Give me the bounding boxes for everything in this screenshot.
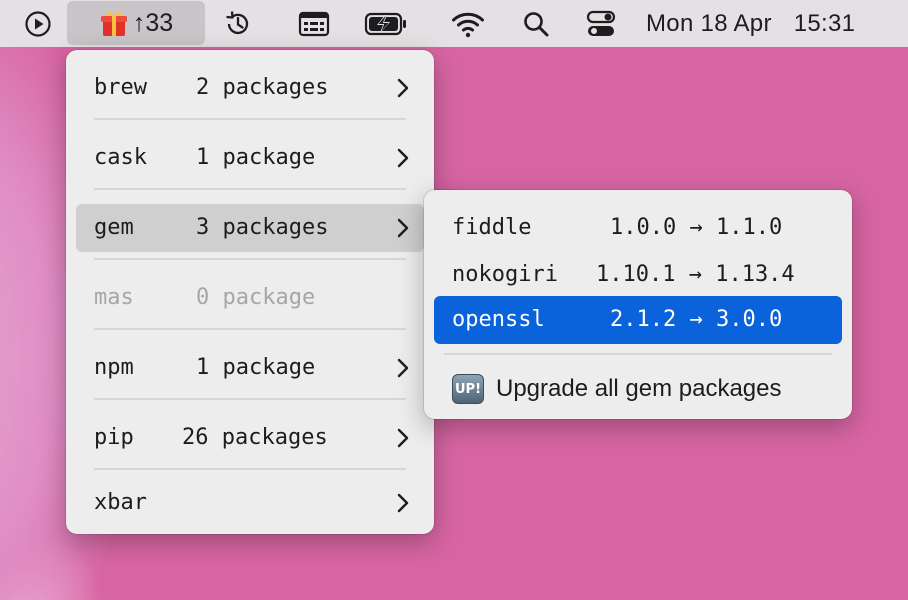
menu-separator: [94, 118, 406, 120]
chevron-right-icon: [397, 78, 409, 98]
keyboard-viewer-icon[interactable]: [294, 0, 334, 47]
update-count: ↑33: [132, 8, 174, 37]
time-machine-icon[interactable]: [220, 0, 256, 47]
chevron-right-icon: [397, 493, 409, 513]
upgrade-all-button[interactable]: UP! Upgrade all gem packages: [452, 370, 782, 408]
clock-date: Mon 18 Apr: [646, 9, 772, 37]
control-center-icon[interactable]: [582, 0, 620, 47]
menu-item-count: 1 package: [196, 355, 316, 380]
clock-time: 15:31: [793, 9, 856, 37]
menu-separator: [94, 188, 406, 190]
gem-submenu: fiddle 1.0.0 → 1.1.0 nokogiri 1.10.1 → 1…: [424, 190, 852, 419]
menu-item-name: gem: [94, 215, 134, 240]
menu-separator: [94, 468, 406, 470]
search-icon[interactable]: [518, 0, 554, 47]
battery-charging-icon[interactable]: [362, 0, 410, 47]
menu-item-name: mas: [94, 285, 134, 310]
upgrade-icon: UP!: [452, 374, 484, 404]
gift-icon: [99, 8, 129, 38]
package-updates-status-item[interactable]: ↑33: [67, 1, 205, 45]
upgrade-all-label: Upgrade all gem packages: [496, 375, 782, 402]
menu-item-name: brew: [94, 75, 147, 100]
menu-separator: [444, 353, 832, 355]
chevron-right-icon: [397, 358, 409, 378]
package-versions: 1.0.0 → 1.1.0: [610, 215, 783, 240]
menu-item-gem[interactable]: gem 3 packages: [76, 204, 424, 252]
menu-bar: ↑33 Mon 18 Apr 15:31: [0, 0, 908, 47]
chevron-right-icon: [397, 428, 409, 448]
menu-separator: [94, 328, 406, 330]
package-item-openssl[interactable]: openssl 2.1.2 → 3.0.0: [434, 296, 842, 344]
menu-item-pip[interactable]: pip 26 packages: [76, 414, 424, 462]
package-versions: 1.10.1 → 1.13.4: [596, 262, 795, 287]
package-manager-menu: brew 2 packages cask 1 package gem 3 pac…: [66, 50, 434, 534]
menu-item-count: 2 packages: [196, 75, 329, 100]
menu-item-cask[interactable]: cask 1 package: [76, 134, 424, 182]
play-circle-icon[interactable]: [20, 0, 56, 47]
menu-separator: [94, 258, 406, 260]
package-item-fiddle[interactable]: fiddle 1.0.0 → 1.1.0: [434, 204, 842, 252]
menu-item-count: 1 package: [196, 145, 316, 170]
menu-item-xbar[interactable]: xbar: [76, 479, 424, 527]
package-name: openssl: [452, 307, 545, 332]
package-name: nokogiri: [452, 262, 558, 287]
menu-item-count: 26 packages: [182, 425, 328, 450]
package-item-nokogiri[interactable]: nokogiri 1.10.1 → 1.13.4: [434, 251, 842, 299]
chevron-right-icon: [397, 148, 409, 168]
menu-item-mas: mas 0 package: [76, 274, 424, 322]
menu-item-npm[interactable]: npm 1 package: [76, 344, 424, 392]
menu-item-name: cask: [94, 145, 147, 170]
menu-item-name: npm: [94, 355, 134, 380]
package-name: fiddle: [452, 215, 532, 240]
menu-item-name: pip: [94, 425, 134, 450]
menu-item-count: 0 package: [196, 285, 316, 310]
menu-item-count: 3 packages: [196, 215, 329, 240]
package-versions: 2.1.2 → 3.0.0: [610, 307, 783, 332]
wifi-icon[interactable]: [446, 0, 490, 47]
menu-separator: [94, 398, 406, 400]
chevron-right-icon: [397, 218, 409, 238]
menu-item-brew[interactable]: brew 2 packages: [76, 64, 424, 112]
menu-item-name: xbar: [94, 490, 147, 515]
clock[interactable]: Mon 18 Apr 15:31: [646, 0, 876, 47]
